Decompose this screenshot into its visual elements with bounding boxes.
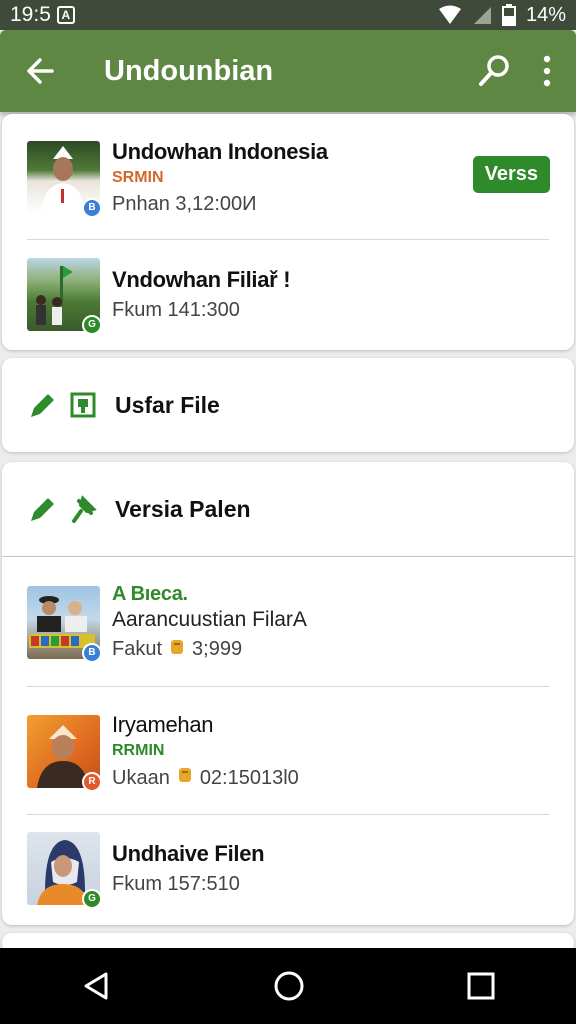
list-item[interactable]: R Iryamehan RRMIN Ukaan 02:15013l0 (2, 687, 574, 815)
bottom-list-card: B A Bıeca. Aarancuustian FilarA Fakut 3;… (2, 557, 574, 925)
notification-icon: A (56, 6, 75, 24)
item-name: A Bıeca. (112, 582, 188, 605)
back-button[interactable] (0, 56, 80, 86)
item-meta: Pnhan 3,12:00И (112, 192, 257, 215)
list-item[interactable]: B A Bıeca. Aarancuustian FilarA Fakut 3;… (2, 557, 574, 687)
source-badge: R (82, 771, 102, 792)
search-icon[interactable] (476, 53, 512, 89)
more-vert-icon[interactable] (542, 55, 552, 87)
item-name: Iryamehan (112, 712, 214, 737)
signal-icon (473, 7, 491, 24)
item-thumbnail: B (27, 585, 102, 663)
item-meta: Ukaan 02:15013l0 (112, 766, 299, 790)
recents-square-icon[interactable] (466, 971, 496, 1001)
meta-value: 02:15013l0 (199, 766, 299, 789)
app-bar: Undounbian (0, 30, 576, 112)
home-circle-icon[interactable] (273, 970, 305, 1002)
back-arrow-icon (27, 58, 54, 84)
list-item[interactable]: G Undhaive Filen Fkum 157:510 (2, 815, 574, 921)
system-nav-bar (0, 948, 576, 1024)
meta-prefix: Fakut (112, 638, 163, 660)
status-bar: 19:5 A 14% (0, 0, 576, 30)
item-subtitle: Aarancuustian FilarA (112, 607, 307, 631)
page-title: Undounbian (104, 54, 274, 87)
list-item[interactable]: G Vndowhan Filiař ! Fkum 141:300 (2, 240, 574, 348)
item-thumbnail: R (27, 714, 102, 792)
item-meta: Fkum 141:300 (112, 298, 240, 321)
status-time: 19:5 (10, 3, 51, 26)
verss-button[interactable]: Verss (472, 156, 550, 193)
source-badge: G (82, 314, 102, 335)
source-badge: B (82, 642, 102, 663)
item-thumbnail: G (27, 257, 102, 335)
pencil-icon (27, 493, 59, 525)
source-badge: B (82, 197, 102, 218)
item-subtitle: RRMIN (112, 742, 165, 759)
versia-palen-menu-item[interactable]: Versia Palen (2, 462, 574, 556)
item-name: Undowhan Indonesia (112, 138, 328, 164)
coin-icon (170, 638, 184, 662)
item-name: Undhaive Filen (112, 840, 265, 866)
wifi-icon (438, 5, 461, 24)
back-triangle-icon[interactable] (80, 970, 112, 1002)
coin-icon (178, 766, 192, 790)
file-icon (67, 389, 99, 421)
item-meta: Fakut 3;999 (112, 638, 307, 662)
usfar-file-label: Usfar File (115, 391, 220, 418)
usfar-file-menu-item[interactable]: Usfar File (2, 358, 574, 452)
meta-prefix: Ukaan (112, 766, 170, 789)
item-name: Vndowhan Filiař ! (112, 266, 291, 292)
item-thumbnail: B (27, 140, 102, 218)
source-badge: G (82, 888, 102, 909)
item-subtitle: SRMIN (112, 168, 164, 186)
top-list-card: B Undowhan Indonesia SRMIN Pnhan 3,12:00… (2, 114, 574, 350)
pin-icon (67, 493, 99, 525)
meta-value: 3;999 (192, 638, 243, 660)
versia-palen-label: Versia Palen (115, 495, 251, 522)
list-item[interactable]: B Undowhan Indonesia SRMIN Pnhan 3,12:00… (2, 114, 574, 240)
item-meta: Fkum 157:510 (112, 872, 240, 895)
battery-percent: 14% (525, 3, 566, 26)
pencil-icon (27, 389, 59, 421)
item-thumbnail: G (27, 831, 102, 909)
battery-icon (501, 4, 516, 26)
